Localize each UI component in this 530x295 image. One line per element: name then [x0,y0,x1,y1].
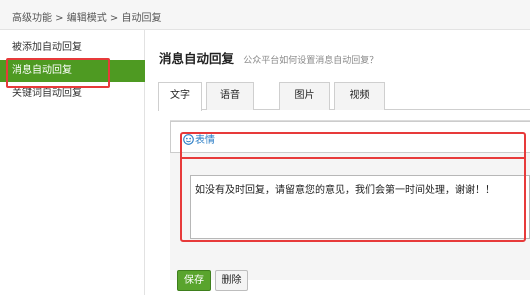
title-row: 消息自动回复 公众平台如何设置消息自动回复？ [159,48,378,67]
delete-button[interactable]: 删除 [215,270,248,291]
sidebar-item-keyword-auto-reply[interactable]: 关键词自动回复 [0,83,145,105]
editor-panel: 表情 如没有及时回复，请留意您的意见，我们会第一时间处理，谢谢！！ [170,120,530,280]
top-bar: 高级功能 > 编辑模式 > 自动回复 [0,0,530,30]
breadcrumb: 高级功能 > 编辑模式 > 自动回复 [12,13,162,24]
tab-text[interactable]: 文字 [158,82,202,111]
sidebar-item-message-auto-reply[interactable]: 消息自动回复 [0,60,145,82]
help-link[interactable]: 公众平台如何设置消息自动回复？ [243,56,378,66]
tab-bar: 文字 语音 图片 视频 [158,82,530,111]
smiley-icon [183,134,194,145]
page-title: 消息自动回复 [159,51,235,66]
tab-video[interactable]: 视频 [334,82,385,110]
tab-voice[interactable]: 语音 [206,82,254,110]
emoji-label: 表情 [195,135,215,146]
emoji-button[interactable]: 表情 [183,131,215,146]
save-button[interactable]: 保存 [177,270,211,291]
reply-text: 如没有及时回复，请留意您的意见，我们会第一时间处理，谢谢！！ [195,185,495,196]
sidebar-item-added-auto-reply[interactable]: 被添加自动回复 [0,37,145,59]
sidebar: 被添加自动回复 消息自动回复 关键词自动回复 [0,30,145,295]
editor-toolbar: 表情 [170,121,530,153]
reply-content-input[interactable]: 如没有及时回复，请留意您的意见，我们会第一时间处理，谢谢！！ [190,175,530,239]
tab-image[interactable]: 图片 [279,82,330,110]
main-content: 消息自动回复 公众平台如何设置消息自动回复？ 文字 语音 图片 视频 表情 如没… [146,30,530,295]
